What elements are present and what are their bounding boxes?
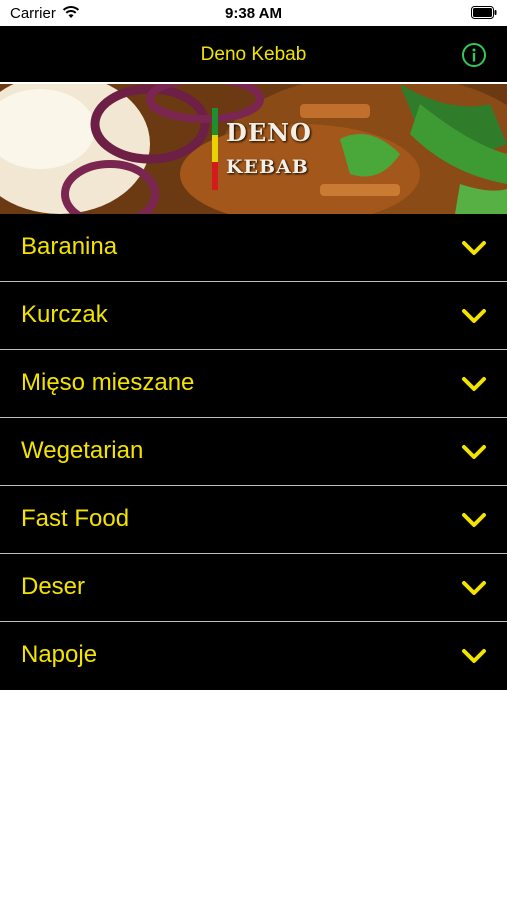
navigation-bar: Deno Kebab — [0, 26, 507, 82]
status-bar: Carrier 9:38 AM — [0, 0, 507, 26]
menu-item-label: Deser — [21, 573, 86, 600]
menu-item-deser[interactable]: Deser — [0, 554, 507, 622]
status-time: 9:38 AM — [225, 5, 282, 22]
chevron-down-icon — [462, 241, 486, 255]
menu-item-label: Baranina — [21, 233, 118, 260]
menu-item-label: Mięso mieszane — [21, 369, 195, 396]
menu-item-napoje[interactable]: Napoje — [0, 622, 507, 690]
chevron-down-icon — [462, 309, 486, 323]
deno-kebab-logo: DENO KEBAB — [212, 108, 322, 190]
banner-image: DENO KEBAB — [0, 84, 507, 214]
logo-flag-stripe — [212, 108, 218, 190]
menu-item-label: Wegetarian — [21, 437, 144, 464]
logo-text-line1: DENO — [226, 118, 312, 147]
menu-item-wegetarian[interactable]: Wegetarian — [0, 418, 507, 486]
battery-icon — [471, 6, 497, 19]
menu-item-label: Napoje — [21, 641, 98, 668]
menu-item-kurczak[interactable]: Kurczak — [0, 282, 507, 350]
menu-item-mieso-mieszane[interactable]: Mięso mieszane — [0, 350, 507, 418]
menu-item-fast-food[interactable]: Fast Food — [0, 486, 507, 554]
logo-text-line2: KEBAB — [226, 156, 309, 178]
menu-item-baranina[interactable]: Baranina — [0, 214, 507, 282]
menu-item-label: Fast Food — [21, 505, 130, 532]
chevron-down-icon — [462, 513, 486, 527]
info-circle-icon[interactable] — [461, 42, 487, 68]
chevron-down-icon — [462, 377, 486, 391]
chevron-down-icon — [462, 445, 486, 459]
chevron-down-icon — [462, 581, 486, 595]
chevron-down-icon — [462, 649, 486, 663]
page-title: Deno Kebab — [200, 44, 307, 65]
menu-item-label: Kurczak — [21, 301, 108, 328]
menu-category-list: Baranina Kurczak Mięso mieszane Wegetari… — [0, 214, 507, 690]
